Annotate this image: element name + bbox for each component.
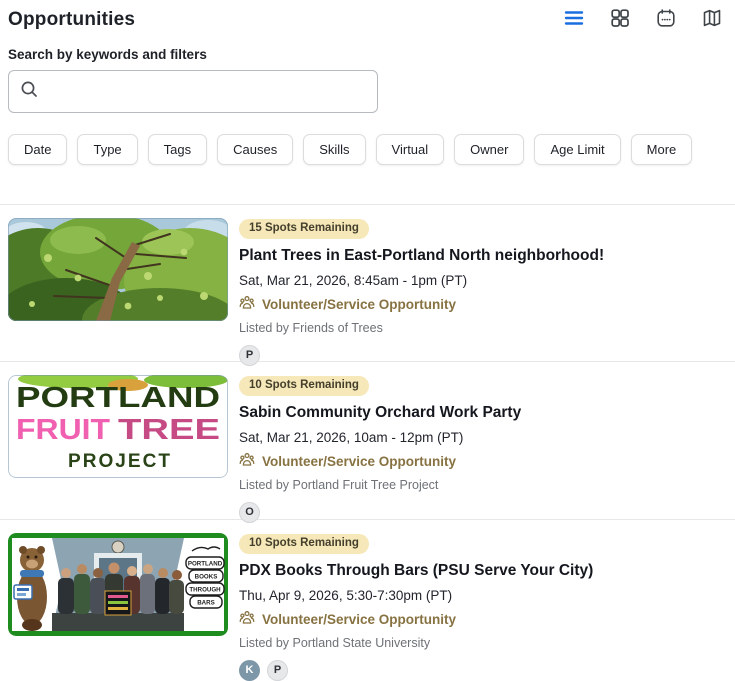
people-group-icon <box>239 452 255 471</box>
opportunity-title: Sabin Community Orchard Work Party <box>239 403 522 421</box>
hamburger-icon <box>563 7 585 32</box>
tree-canopy-photo <box>8 218 228 321</box>
card-body: 10 Spots Remaining Sabin Community Orcha… <box>239 375 521 523</box>
book-label-portland: PORTLAND <box>188 561 223 568</box>
opportunity-type: Volunteer/Service Opportunity <box>239 452 456 471</box>
filter-button-date[interactable]: Date <box>8 134 68 165</box>
opportunity-type: Volunteer/Service Opportunity <box>239 295 456 314</box>
map-icon <box>701 7 723 32</box>
filter-button-tags[interactable]: Tags <box>147 134 208 165</box>
opportunity-card-sabin-orchard[interactable]: PORTLAND FRUIT TREE PROJECT 10 Spots Rem… <box>0 361 735 523</box>
people-group-icon <box>239 295 255 314</box>
avatar: O <box>239 501 260 523</box>
logo-word-fruit: FRUIT <box>16 414 110 446</box>
opportunity-title: Plant Trees in East-Portland North neigh… <box>239 246 605 264</box>
page-title: Opportunities <box>8 8 136 30</box>
opportunity-list: 15 Spots Remaining Plant Trees in East-P… <box>0 204 735 681</box>
filter-button-owner[interactable]: Owner <box>454 134 525 165</box>
map-view-button[interactable] <box>701 9 723 31</box>
filter-button-virtual[interactable]: Virtual <box>375 134 445 165</box>
filter-button-causes[interactable]: Causes <box>217 134 294 165</box>
logo-word-tree: TREE <box>118 414 220 446</box>
logo-word-portland: PORTLAND <box>16 382 220 414</box>
opportunity-datetime: Thu, Apr 9, 2026, 5:30-7:30pm (PT) <box>239 587 453 603</box>
opportunity-card-plant-trees[interactable]: 15 Spots Remaining Plant Trees in East-P… <box>0 204 735 366</box>
opportunity-card-books-through-bars[interactable]: PORTLAND BOOKS THROUGH BARS 10 Spots Rem… <box>0 519 735 681</box>
card-body: 10 Spots Remaining PDX Books Through Bar… <box>239 533 593 681</box>
logo-word-project: PROJECT <box>68 451 172 472</box>
filter-button-more[interactable]: More <box>630 134 693 165</box>
list-view-button[interactable] <box>563 9 585 31</box>
search-icon <box>19 79 48 105</box>
opportunity-type: Volunteer/Service Opportunity <box>239 610 456 629</box>
view-switcher <box>563 9 723 31</box>
search-input[interactable] <box>48 71 367 112</box>
search-input-wrapper[interactable] <box>8 70 378 113</box>
spots-remaining-badge: 15 Spots Remaining <box>239 219 369 239</box>
book-label-books: BOOKS <box>195 574 218 581</box>
opportunity-type-label: Volunteer/Service Opportunity <box>262 611 457 627</box>
filter-button-age-limit[interactable]: Age Limit <box>534 134 621 165</box>
avatar-group: P <box>239 344 260 366</box>
avatar: P <box>239 344 260 366</box>
people-group-icon <box>239 610 255 629</box>
filter-button-type[interactable]: Type <box>77 134 138 165</box>
book-label-bars: BARS <box>197 600 215 607</box>
grid-view-button[interactable] <box>609 9 631 31</box>
spots-remaining-badge: 10 Spots Remaining <box>239 376 369 396</box>
avatar: K <box>239 659 260 681</box>
filter-bar: Date Type Tags Causes Skills Virtual Own… <box>8 134 727 165</box>
portland-fruit-tree-project-logo: PORTLAND FRUIT TREE PROJECT <box>8 375 228 478</box>
grid-icon <box>609 7 631 32</box>
book-label-through: THROUGH <box>189 587 221 594</box>
card-body: 15 Spots Remaining Plant Trees in East-P… <box>239 218 604 366</box>
spots-remaining-badge: 10 Spots Remaining <box>239 534 369 554</box>
calendar-view-button[interactable] <box>655 9 677 31</box>
opportunity-title: PDX Books Through Bars (PSU Serve Your C… <box>239 561 594 579</box>
opportunity-type-label: Volunteer/Service Opportunity <box>262 296 457 312</box>
avatar-group: K P <box>239 659 288 681</box>
avatar: P <box>267 659 288 681</box>
opportunity-datetime: Sat, Mar 21, 2026, 8:45am - 1pm (PT) <box>239 272 468 288</box>
top-bar: Opportunities <box>0 0 735 32</box>
filter-button-skills[interactable]: Skills <box>303 134 366 165</box>
books-through-bars-photo: PORTLAND BOOKS THROUGH BARS <box>8 533 228 636</box>
listed-by: Listed by Portland State University <box>239 635 431 650</box>
opportunity-type-label: Volunteer/Service Opportunity <box>262 453 457 469</box>
listed-by: Listed by Friends of Trees <box>239 320 383 335</box>
opportunity-datetime: Sat, Mar 21, 2026, 10am - 12pm (PT) <box>239 429 464 445</box>
search-section-label: Search by keywords and filters <box>8 47 207 62</box>
listed-by: Listed by Portland Fruit Tree Project <box>239 477 439 492</box>
calendar-icon <box>655 7 677 32</box>
avatar-group: O <box>239 501 260 523</box>
